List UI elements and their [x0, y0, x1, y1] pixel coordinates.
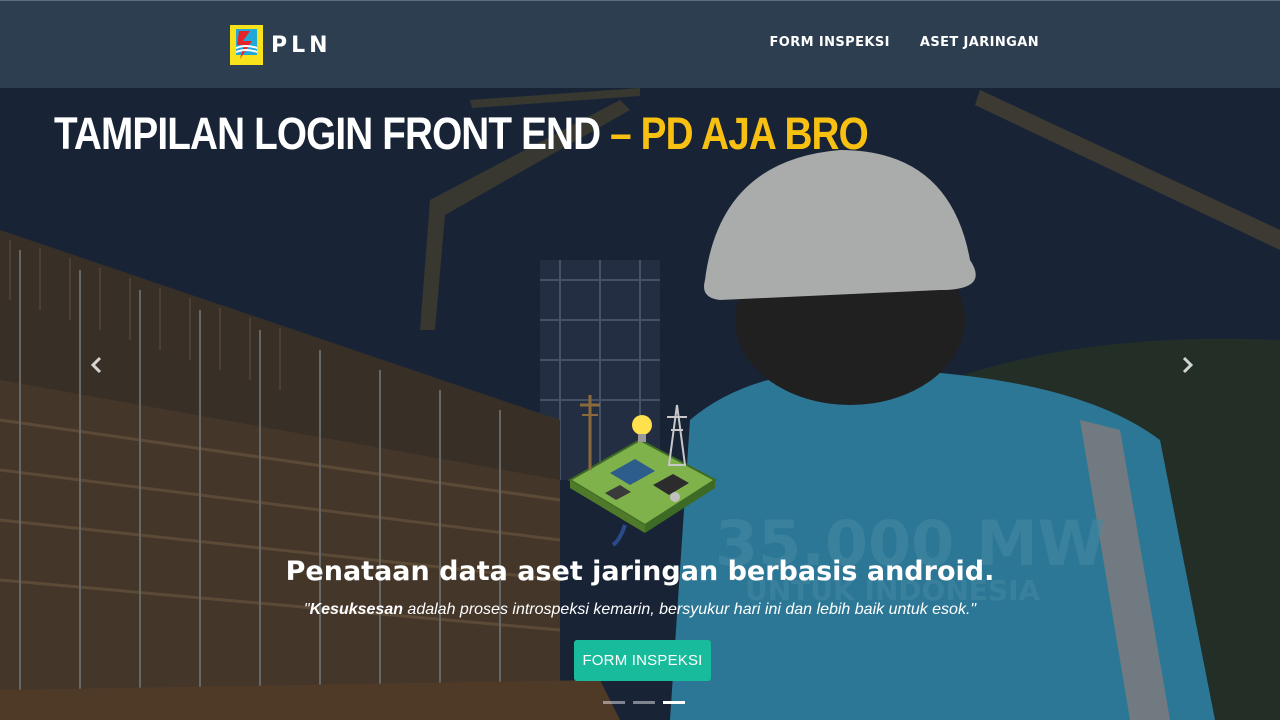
- nav-link-aset-jaringan[interactable]: ASET JARINGAN: [920, 35, 1039, 50]
- chevron-right-icon: [1182, 356, 1194, 374]
- carousel-indicators: [603, 701, 685, 704]
- overlay-heading-yellow: – PD AJA BRO: [610, 108, 869, 159]
- chevron-left-icon: [90, 356, 102, 374]
- nav-link-form-inspeksi[interactable]: FORM INSPEKSI: [769, 35, 889, 50]
- carousel-caption-title: Penataan data aset jaringan berbasis and…: [285, 556, 995, 587]
- pln-logo-mark-icon: [230, 25, 263, 65]
- circuit-board-illustration-icon: [568, 395, 717, 547]
- quote-bold-word: Kesuksesan: [309, 601, 403, 618]
- carousel-prev-button[interactable]: [81, 350, 111, 380]
- quote-rest-text: adalah proses introspeksi kemarin, bersy…: [402, 601, 977, 618]
- carousel-next-button[interactable]: [1173, 350, 1203, 380]
- form-inspeksi-button[interactable]: FORM INSPEKSI: [574, 640, 711, 681]
- overlay-heading-white: TAMPILAN LOGIN FRONT END: [54, 108, 601, 159]
- carousel-indicator-3[interactable]: [663, 701, 685, 704]
- carousel-indicator-1[interactable]: [603, 701, 625, 704]
- carousel-indicator-2[interactable]: [633, 701, 655, 704]
- top-navbar: PLN FORM INSPEKSI ASET JARINGAN: [0, 0, 1280, 88]
- nav-menu: FORM INSPEKSI ASET JARINGAN: [769, 35, 1039, 50]
- brand-name: PLN: [271, 32, 332, 58]
- pln-logo[interactable]: PLN: [230, 25, 332, 65]
- overlay-heading: TAMPILAN LOGIN FRONT END – PD AJA BRO: [54, 108, 869, 160]
- carousel-caption-quote: "Kesuksesan adalah proses introspeksi ke…: [0, 601, 1280, 619]
